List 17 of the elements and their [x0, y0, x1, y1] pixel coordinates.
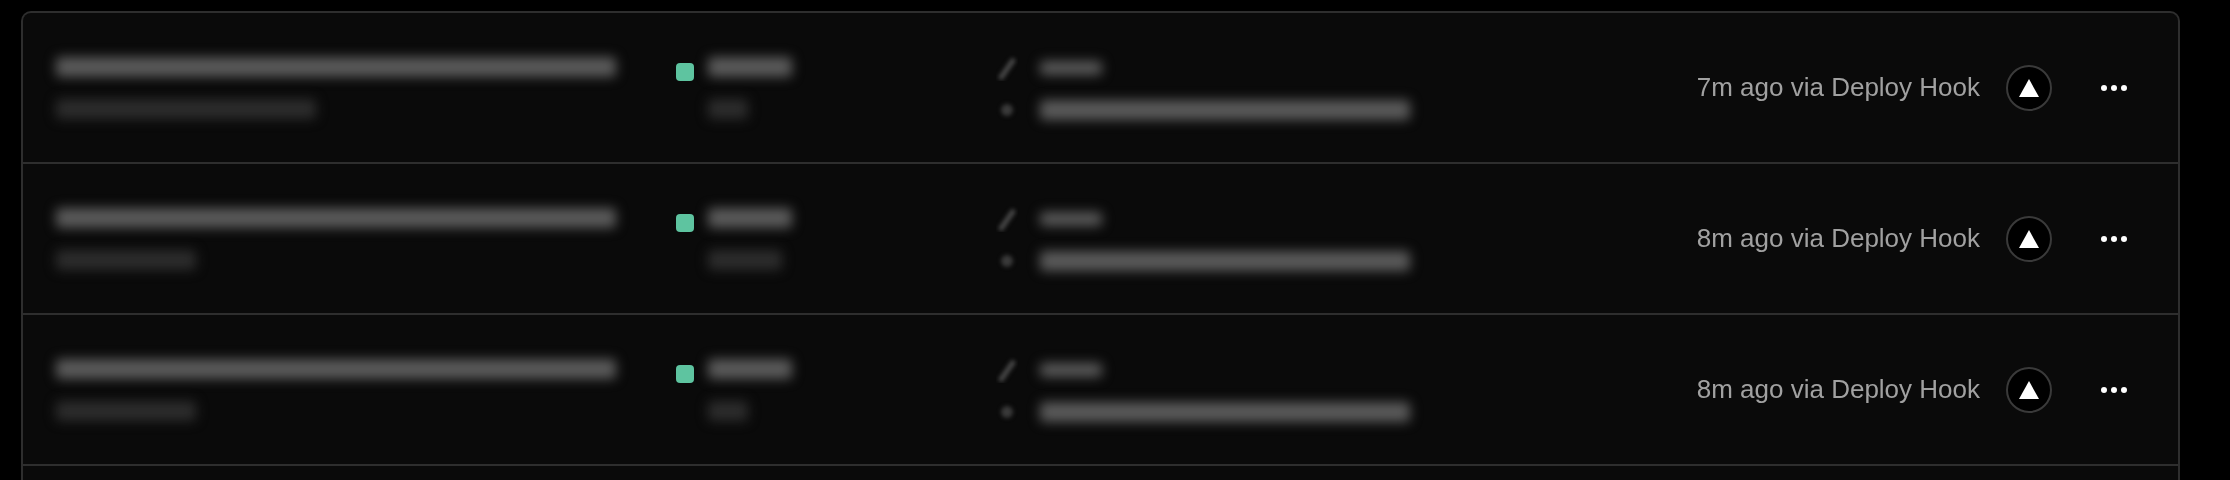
redacted-text: [1040, 362, 1102, 377]
redacted-text: [708, 98, 748, 119]
redacted-text: [1040, 211, 1102, 226]
user-avatar[interactable]: [2006, 64, 2052, 111]
redacted-text: [708, 400, 748, 421]
deploy-time: 7m ago via Deploy Hook: [1696, 72, 1980, 103]
user-avatar[interactable]: [2006, 366, 2052, 413]
deploy-time: 8m ago via Deploy Hook: [1696, 223, 1980, 254]
more-icon: [2100, 385, 2128, 394]
triangle-icon: [2018, 77, 2040, 98]
more-icon: [2100, 234, 2128, 243]
deploy-time: 8m ago via Deploy Hook: [1696, 374, 1980, 405]
more-icon: [2100, 83, 2128, 92]
user-avatar[interactable]: [2006, 215, 2052, 262]
triangle-icon: [2018, 379, 2040, 400]
triangle-icon: [2018, 228, 2040, 249]
redacted-text: [1040, 60, 1102, 75]
